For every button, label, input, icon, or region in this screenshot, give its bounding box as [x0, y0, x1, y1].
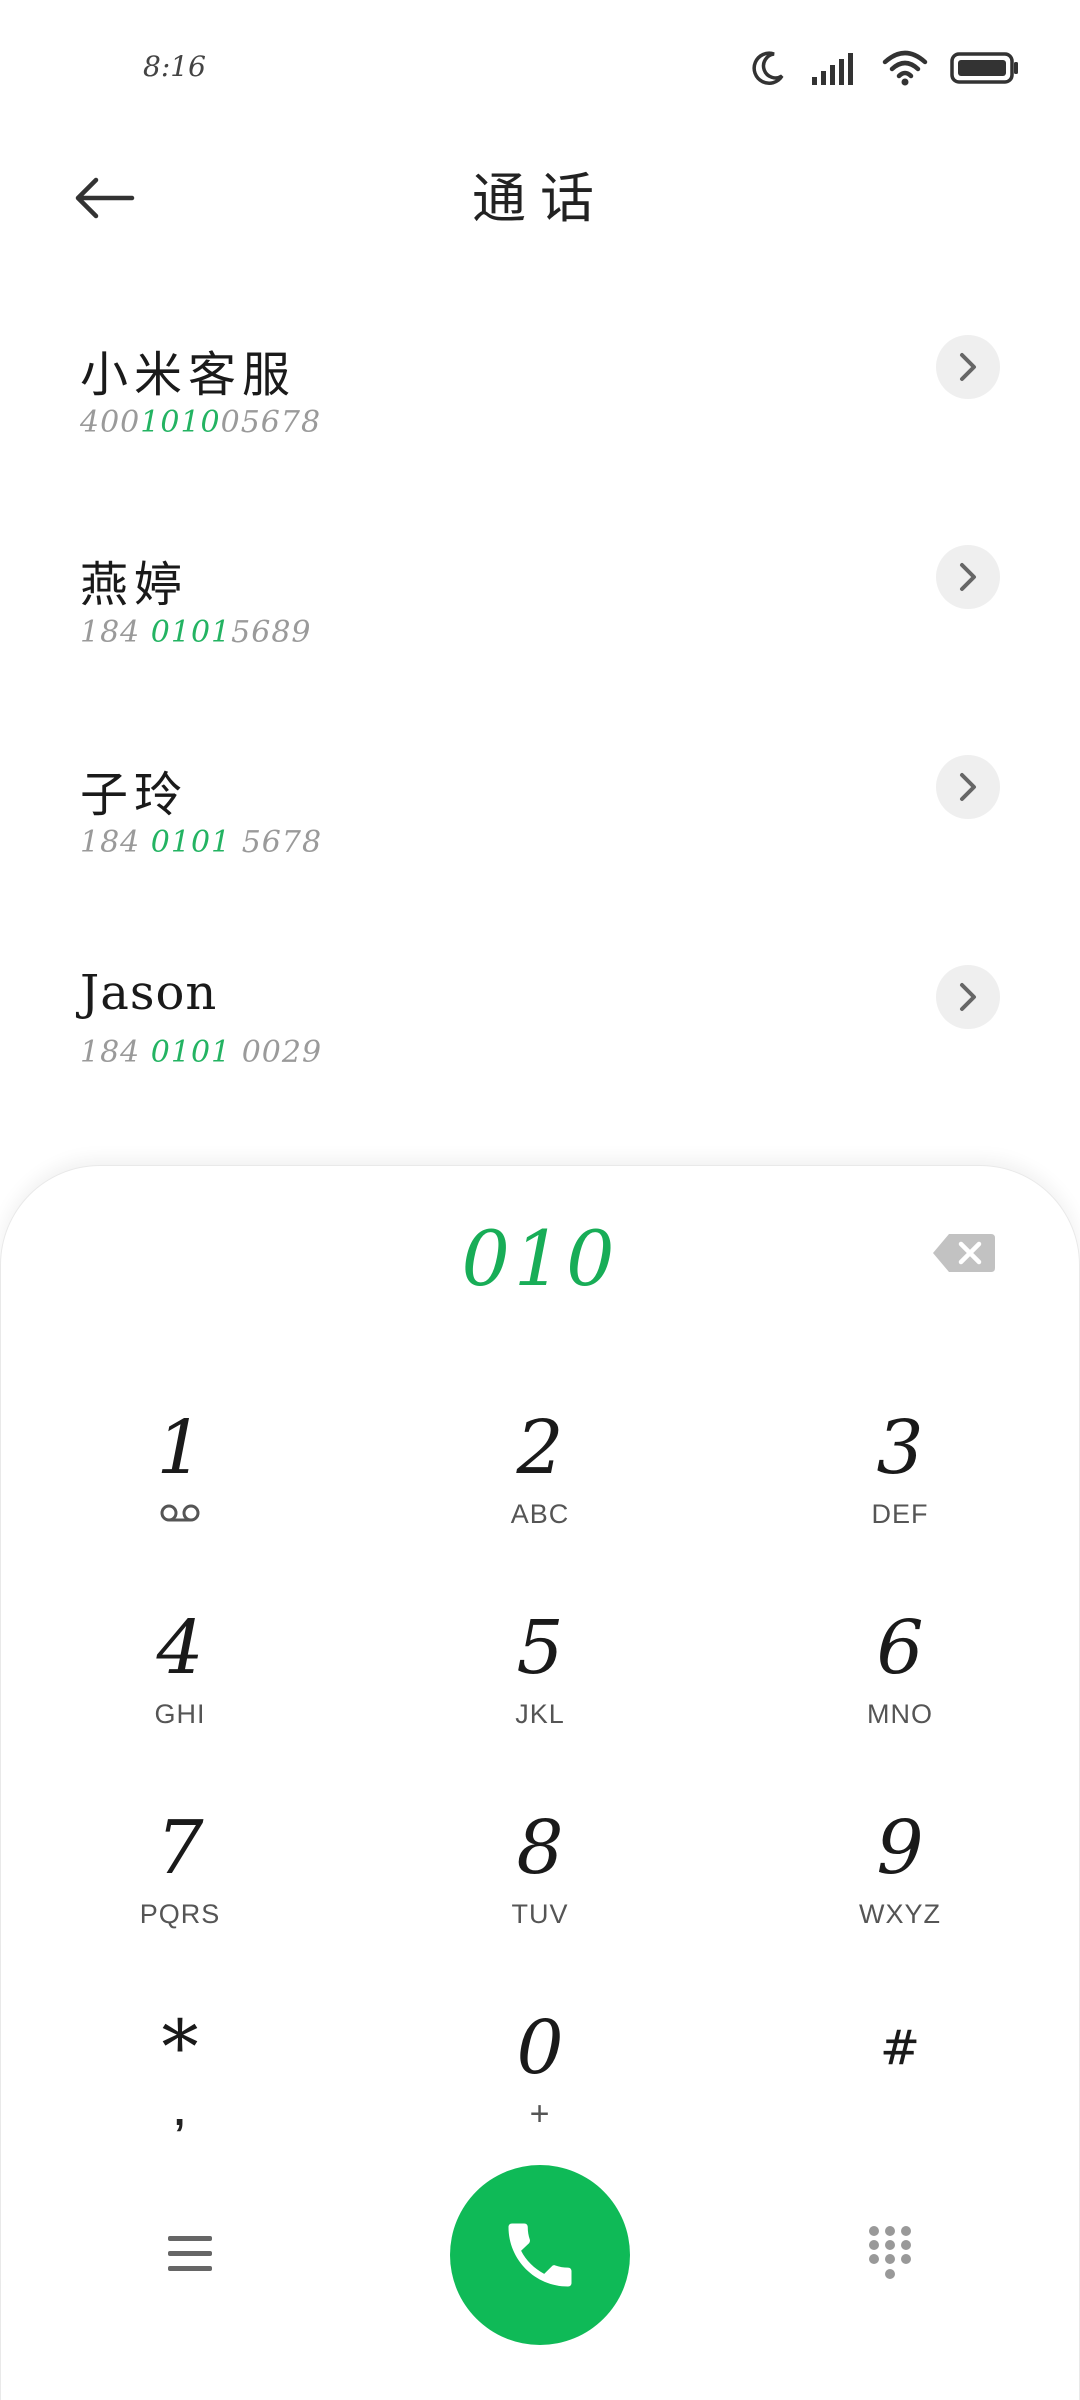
number-prefix: 400	[80, 405, 141, 440]
contact-number: 184 0101 0029	[80, 1035, 322, 1070]
status-icons	[748, 46, 1020, 90]
wifi-icon	[882, 50, 928, 86]
key-digit: 2	[516, 1405, 564, 1491]
chevron-right-icon	[960, 983, 976, 1011]
key-letters: TUV	[511, 1899, 569, 1929]
chevron-right-icon	[960, 563, 976, 591]
key-digit: 7	[156, 1805, 204, 1891]
voicemail-icon	[160, 1504, 200, 1522]
dialpad-key-5[interactable]: 5 JKL	[430, 1605, 650, 1755]
contact-number: 184 01015689	[80, 615, 312, 650]
dialpad-key-star[interactable]: * ,	[70, 2005, 290, 2155]
keypad-toggle-button[interactable]	[866, 2225, 914, 2281]
number-suffix: 5689	[231, 615, 312, 650]
key-digit: 6	[876, 1605, 924, 1691]
contact-name: 燕婷	[80, 557, 189, 613]
contact-detail-button[interactable]	[936, 755, 1000, 819]
key-letters: ,	[173, 2090, 187, 2134]
dialpad-key-4[interactable]: 4 GHI	[70, 1605, 290, 1755]
key-letters: DEF	[871, 1499, 929, 1529]
dialpad-key-7[interactable]: 7 PQRS	[70, 1805, 290, 1955]
dialed-number-display: 010	[461, 1214, 619, 1303]
dialpad-key-1[interactable]: 1	[70, 1405, 290, 1555]
key-digit: 1	[156, 1405, 204, 1491]
key-digit: 4	[156, 1605, 204, 1691]
dialpad-key-8[interactable]: 8 TUV	[430, 1805, 650, 1955]
contact-name: 小米客服	[80, 347, 297, 403]
contact-number: 184 0101 5678	[80, 825, 322, 860]
status-time: 8:16	[143, 50, 206, 83]
dialpad-key-6[interactable]: 6 MNO	[790, 1605, 1010, 1755]
key-digit: #	[879, 2020, 921, 2076]
key-digit: 9	[876, 1805, 924, 1891]
dialpad-key-2[interactable]: 2 ABC	[430, 1405, 650, 1555]
contact-row[interactable]: 燕婷 184 01015689	[0, 545, 1080, 705]
dialpad-key-9[interactable]: 9 WXYZ	[790, 1805, 1010, 1955]
dialpad-key-hash[interactable]: #	[790, 2005, 1010, 2155]
key-letters: MNO	[867, 1699, 933, 1729]
key-letters: JKL	[515, 1699, 565, 1729]
number-suffix: 0029	[231, 1035, 323, 1070]
contact-name: Jason	[80, 965, 218, 1021]
key-letters: ABC	[510, 1499, 570, 1529]
contact-row[interactable]: 子玲 184 0101 5678	[0, 755, 1080, 915]
contact-row[interactable]: Jason 184 0101 0029	[0, 965, 1080, 1125]
hamburger-menu-icon	[168, 2236, 212, 2271]
number-suffix: 05678	[220, 405, 322, 440]
key-digit: *	[161, 2005, 199, 2091]
key-letters: +	[529, 2095, 551, 2133]
contact-detail-button[interactable]	[936, 335, 1000, 399]
battery-icon	[950, 52, 1018, 84]
key-letters: GHI	[154, 1699, 206, 1729]
chevron-right-icon	[960, 773, 976, 801]
dialpad-grid-icon	[869, 2226, 911, 2279]
chevron-right-icon	[960, 353, 976, 381]
contact-number: 400101005678	[80, 405, 321, 440]
key-digit: 8	[516, 1805, 564, 1891]
contact-row[interactable]: 小米客服 400101005678	[0, 335, 1080, 495]
contact-detail-button[interactable]	[936, 965, 1000, 1029]
number-match: 0101	[150, 615, 232, 650]
key-digit: 5	[516, 1605, 564, 1691]
number-prefix: 184	[80, 825, 151, 860]
key-letters: PQRS	[139, 1899, 221, 1929]
contact-detail-button[interactable]	[936, 545, 1000, 609]
key-digit: 3	[876, 1405, 924, 1491]
key-digit: 0	[516, 2005, 564, 2091]
number-match: 0101	[150, 825, 232, 860]
number-match: 0101	[150, 1035, 232, 1070]
phone-handset-icon	[508, 2223, 572, 2287]
header: 通话	[0, 140, 1080, 250]
backspace-icon	[933, 1234, 995, 1272]
number-prefix: 184	[80, 1035, 151, 1070]
key-letters: WXYZ	[859, 1899, 941, 1929]
number-match: 1010	[140, 405, 221, 440]
contact-name: 子玲	[80, 767, 189, 823]
do-not-disturb-moon-icon	[752, 51, 784, 85]
page-title: 通话	[472, 167, 608, 230]
backspace-button[interactable]	[931, 1232, 997, 1274]
status-bar: 8:16	[0, 0, 1080, 140]
number-suffix: 5678	[231, 825, 323, 860]
dialpad-key-0[interactable]: 0 +	[430, 2005, 650, 2155]
number-prefix: 184	[80, 615, 151, 650]
signal-strength-icon	[812, 53, 853, 85]
menu-button[interactable]	[166, 2232, 214, 2276]
dialpad-key-3[interactable]: 3 DEF	[790, 1405, 1010, 1555]
call-button[interactable]	[450, 2165, 630, 2345]
